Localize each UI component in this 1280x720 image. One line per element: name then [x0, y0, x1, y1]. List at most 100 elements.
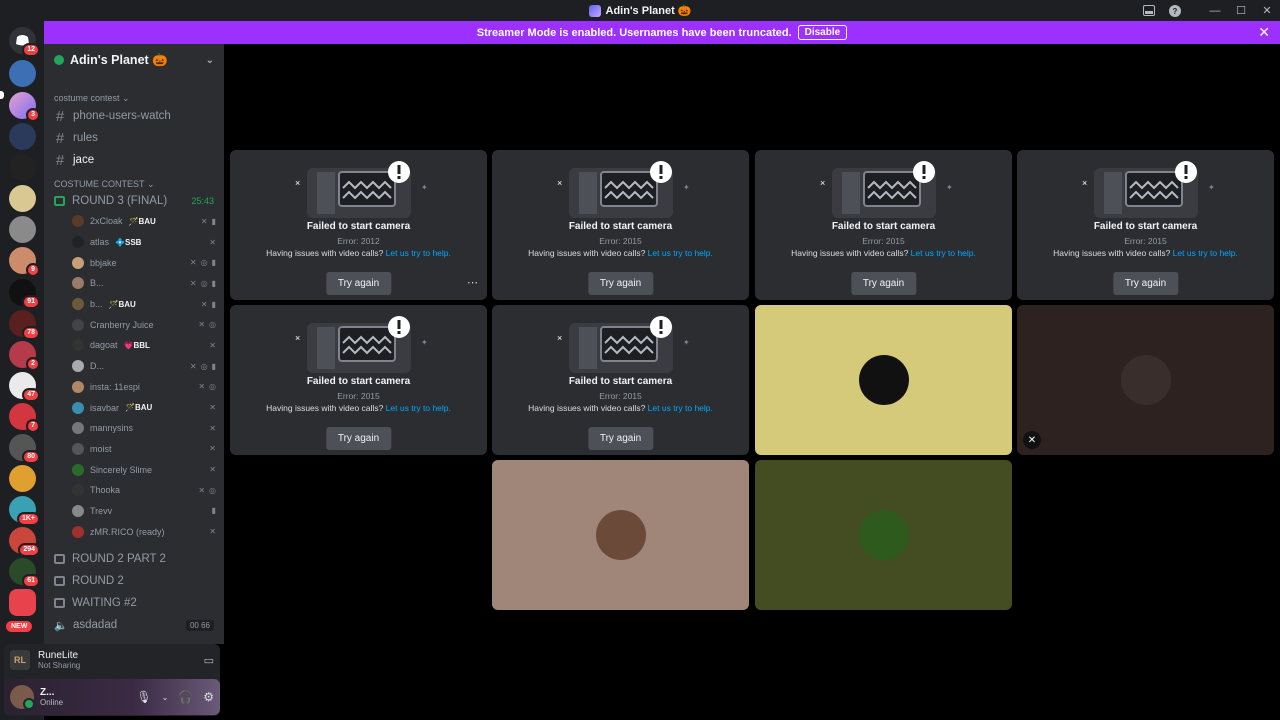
server-icon[interactable]	[9, 60, 36, 87]
voice-channel-round-3[interactable]: ROUND 3 (FINAL) 25:43	[44, 191, 224, 211]
microphone-icon[interactable]: 🎙	[136, 690, 151, 704]
voice-user[interactable]: zMR.RICO (ready) ✕	[44, 521, 224, 542]
voice-user[interactable]: b... 🪄BAU ✕ ▮	[44, 294, 224, 315]
avatar	[72, 442, 84, 455]
server-icon[interactable]	[9, 216, 36, 243]
runelite-logo: RL	[10, 650, 30, 670]
server-icon[interactable]: 294	[9, 527, 40, 557]
channel-phone-users-watch[interactable]: # phone-users-watch	[44, 105, 224, 127]
mention-badge: 91	[22, 295, 40, 309]
server-icon[interactable]: 78	[9, 310, 40, 340]
voice-channel-round-2-part-2[interactable]: ROUND 2 PART 2	[44, 548, 224, 570]
minimize-icon[interactable]: —	[1202, 0, 1228, 21]
disable-streamer-mode-button[interactable]: Disable	[797, 25, 848, 40]
server-icon[interactable]: 91	[9, 279, 40, 309]
voice-user[interactable]: Thooka ✕ ◎	[44, 480, 224, 501]
voice-user[interactable]: mannysins ✕	[44, 418, 224, 439]
channel-rules[interactable]: # rules	[44, 127, 224, 149]
error-title: Failed to start camera	[306, 376, 411, 387]
server-icon[interactable]	[9, 589, 36, 616]
voice-user[interactable]: B... ✕ ◎ ▮	[44, 273, 224, 294]
voice-user[interactable]: bbjake ✕ ◎ ▮	[44, 252, 224, 273]
server-icon[interactable]: 7	[9, 403, 40, 433]
server-icon[interactable]: 47	[9, 372, 40, 402]
try-again-button[interactable]: Try again	[587, 427, 654, 450]
maximize-icon[interactable]: ☐	[1228, 0, 1254, 21]
voice-channel-asdadad[interactable]: 🔈 asdadad 00 66	[44, 614, 224, 636]
video-tile-avatar[interactable]: ✕	[1017, 305, 1274, 455]
svg-text:?: ?	[1173, 7, 1178, 16]
voice-user[interactable]: dagoat 💗BBL ✕	[44, 335, 224, 356]
category-header[interactable]: COSTUME CONTEST ⌄	[44, 177, 224, 191]
muted-icon: ✕	[1023, 431, 1041, 449]
server-icon[interactable]	[9, 465, 36, 492]
video-tile-avatar[interactable]	[492, 460, 749, 610]
server-header[interactable]: Adin's Planet 🎃 ⌄	[44, 44, 224, 76]
error-code: Error: 2015	[862, 236, 905, 246]
help-prefix: Having issues with video calls?	[528, 248, 646, 258]
server-icon[interactable]	[9, 154, 36, 181]
user-status: Online	[40, 698, 64, 707]
title-bar: Adin's Planet 🎃 ? — ☐ ✕	[0, 0, 1280, 21]
close-banner-icon[interactable]: ✕	[1258, 24, 1270, 41]
server-icon[interactable]: 61	[9, 558, 40, 588]
server-icon[interactable]	[9, 123, 36, 150]
voice-user[interactable]: insta: 11espi ✕ ◎	[44, 377, 224, 398]
home-icon[interactable]: 12	[9, 27, 40, 57]
voice-user[interactable]: isavbar 🪄BAU ✕	[44, 397, 224, 418]
help-link[interactable]: Let us try to help.	[911, 248, 976, 258]
try-again-button[interactable]: Try again	[587, 272, 654, 295]
voice-user[interactable]: Cranberry Juice ✕ ◎	[44, 314, 224, 335]
user-limit-badge: 00 66	[185, 619, 214, 631]
avatar	[72, 484, 84, 497]
try-again-button[interactable]: Try again	[325, 272, 392, 295]
try-again-button[interactable]: Try again	[1112, 272, 1179, 295]
muted-icon: ✕	[209, 423, 216, 433]
screen-share-icon[interactable]: ▭	[204, 654, 214, 667]
mention-badge: 78	[22, 326, 40, 340]
voice-user[interactable]: D... ✕ ◎ ▮	[44, 356, 224, 377]
server-icon[interactable]	[9, 185, 36, 212]
server-icon[interactable]: 9	[9, 247, 40, 277]
user-name: Z...	[40, 687, 55, 698]
avatar[interactable]	[10, 685, 35, 710]
channel-jace[interactable]: # jace	[44, 149, 224, 171]
video-tile-avatar[interactable]	[755, 460, 1012, 610]
try-again-button[interactable]: Try again	[850, 272, 917, 295]
try-again-button[interactable]: Try again	[325, 427, 392, 450]
avatar	[858, 510, 909, 560]
chevron-down-icon[interactable]: ⌄	[162, 693, 169, 702]
help-link[interactable]: Let us try to help.	[648, 403, 713, 413]
help-link[interactable]: Let us try to help.	[648, 248, 713, 258]
voice-channel-waiting-2[interactable]: WAITING #2	[44, 592, 224, 614]
voice-user[interactable]: Trevv ▮	[44, 501, 224, 522]
inbox-icon[interactable]	[1136, 0, 1162, 21]
mention-badge: 1K+	[16, 512, 40, 526]
headphones-icon[interactable]: 🎧	[178, 690, 193, 704]
help-link[interactable]: Let us try to help.	[386, 403, 451, 413]
server-icon[interactable]: 3	[9, 92, 40, 122]
server-icon[interactable]: 2	[9, 341, 40, 371]
activity-name: RuneLite	[38, 650, 79, 661]
camera-error-illustration: × ✦	[551, 315, 691, 375]
category-header[interactable]: costume contest ⌄	[44, 91, 224, 105]
server-icon[interactable]: 80	[9, 434, 40, 464]
close-window-icon[interactable]: ✕	[1254, 0, 1280, 21]
voice-channel-round-2[interactable]: ROUND 2	[44, 570, 224, 592]
video-tile-avatar[interactable]	[755, 305, 1012, 455]
role-tag: 🪄BAU	[125, 403, 153, 413]
gear-icon[interactable]: ⚙	[203, 690, 214, 704]
help-link[interactable]: Let us try to help.	[1173, 248, 1238, 258]
help-icon[interactable]: ?	[1162, 0, 1188, 21]
server-icon[interactable]: 1K+	[9, 496, 40, 526]
help-link[interactable]: Let us try to help.	[386, 248, 451, 258]
video-icon: ▮	[211, 361, 216, 371]
video-tile-error: × ✦ Failed to start camera Error: 2015 Ha…	[230, 305, 487, 455]
voice-user[interactable]: moist ✕	[44, 439, 224, 460]
voice-user[interactable]: Sincerely Slime ✕	[44, 459, 224, 480]
voice-user[interactable]: 2xCloak 🪄BAU ✕ ▮	[44, 211, 224, 232]
voice-user[interactable]: atlas 💠SSB ✕	[44, 232, 224, 253]
voice-user-list: 2xCloak 🪄BAU ✕ ▮ atlas 💠SSB ✕ bbjake ✕ ◎ ▮ B... ✕ ◎ ▮ b…	[44, 211, 224, 542]
more-options-icon[interactable]: ⋯	[467, 276, 479, 289]
voice-status-icons: ✕ ◎ ▮	[190, 362, 216, 371]
